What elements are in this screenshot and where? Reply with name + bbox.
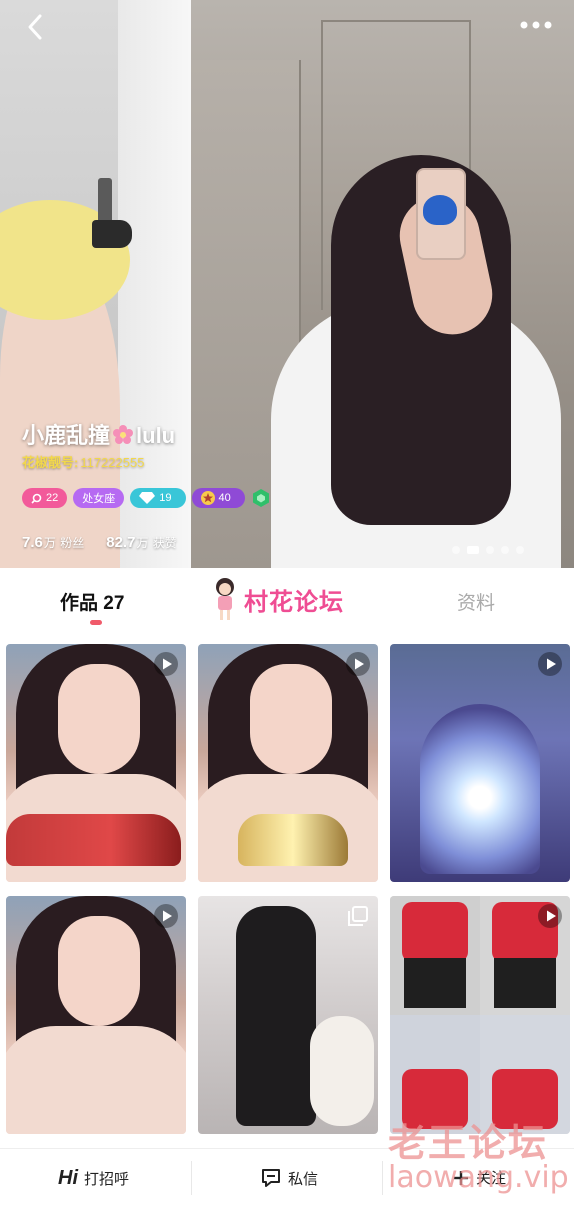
message-label: 私信 <box>288 1170 319 1188</box>
forum-watermark-text: 村花论坛 <box>244 587 344 616</box>
stats-row: 7.6万 粉丝 82.7万 获赞 <box>22 534 177 551</box>
back-icon[interactable] <box>22 12 52 42</box>
cartoon-girl-icon <box>216 578 234 620</box>
diamond-icon <box>139 492 156 504</box>
photo-left[interactable] <box>0 0 190 568</box>
likes-stat: 82.7万 获赞 <box>106 534 177 551</box>
play-icon <box>154 652 178 676</box>
pager-dot[interactable] <box>486 546 494 554</box>
work-tile[interactable] <box>390 896 570 1134</box>
divider <box>191 1161 192 1195</box>
multi-image-icon <box>348 906 368 926</box>
level-value: 22 <box>46 492 59 504</box>
profile-name-suffix: lulu <box>136 423 176 448</box>
diamond-value: 19 <box>159 492 172 504</box>
more-icon[interactable] <box>516 14 556 36</box>
diamond-badge[interactable]: 19 <box>130 488 186 508</box>
pager-dot[interactable] <box>452 546 460 554</box>
tab-info[interactable]: 资料 <box>457 588 495 615</box>
likes-unit: 万 <box>136 536 149 550</box>
divider <box>382 1161 383 1195</box>
message-button[interactable]: 私信 <box>260 1167 318 1189</box>
photo-pager <box>452 546 524 554</box>
pager-dot[interactable] <box>501 546 509 554</box>
work-tile[interactable] <box>198 644 378 882</box>
star-badge[interactable]: 40 <box>191 488 245 508</box>
search-icon <box>31 493 42 504</box>
handle-row: 花椒靓号: 117222555 <box>22 452 144 471</box>
tab-info-label: 资料 <box>457 593 496 614</box>
zodiac-label: 处女座 <box>82 493 116 505</box>
hi-icon: Hi <box>58 1167 78 1189</box>
hexagon-icon[interactable] <box>251 488 271 508</box>
message-icon <box>262 1169 280 1187</box>
likes-value: 82.7 <box>106 534 136 551</box>
star-value: 40 <box>218 492 231 504</box>
handle-number: 117222555 <box>80 455 145 470</box>
pager-dot[interactable] <box>516 546 524 554</box>
play-icon <box>538 652 562 676</box>
work-tile[interactable] <box>6 644 186 882</box>
profile-tabs: 作品 27 村花论坛 资料 <box>0 568 574 632</box>
fans-unit: 万 <box>43 536 56 550</box>
corner-watermark-en: laowang.vip <box>388 1160 569 1195</box>
play-icon <box>538 904 562 928</box>
greet-label: 打招呼 <box>84 1171 130 1188</box>
tab-active-indicator <box>90 620 102 625</box>
play-icon <box>154 904 178 928</box>
profile-name-prefix: 小鹿乱撞 <box>22 423 111 448</box>
photo-main[interactable] <box>191 0 574 568</box>
forum-watermark: 村花论坛 <box>212 576 344 622</box>
work-tile[interactable] <box>390 644 570 882</box>
likes-label: 获赞 <box>152 536 177 550</box>
tab-works-label: 作品 <box>60 593 99 614</box>
profile-header: 小鹿乱撞 lulu 花椒靓号: 117222555 22 处女座 19 40 7.… <box>0 0 574 568</box>
fans-label: 粉丝 <box>60 536 85 550</box>
profile-name: 小鹿乱撞 lulu <box>22 418 175 450</box>
work-tile[interactable] <box>6 896 186 1134</box>
level-badge[interactable]: 22 <box>22 488 68 508</box>
handle-label: 花椒靓号: <box>22 455 79 470</box>
zodiac-badge[interactable]: 处女座 <box>73 488 125 508</box>
flower-icon <box>113 425 134 444</box>
pager-dot-active[interactable] <box>467 546 479 554</box>
work-tile[interactable] <box>198 896 378 1134</box>
tab-works[interactable]: 作品 27 <box>60 588 125 625</box>
play-icon <box>346 652 370 676</box>
fans-value: 7.6 <box>22 534 43 551</box>
tab-works-count: 27 <box>103 593 125 614</box>
corner-watermark-cn: 老王论坛 <box>388 1121 549 1165</box>
star-icon <box>200 491 215 505</box>
fans-stat[interactable]: 7.6万 粉丝 <box>22 534 84 551</box>
greet-button[interactable]: Hi 打招呼 <box>58 1167 129 1190</box>
badge-row: 22 处女座 19 40 <box>22 487 271 509</box>
